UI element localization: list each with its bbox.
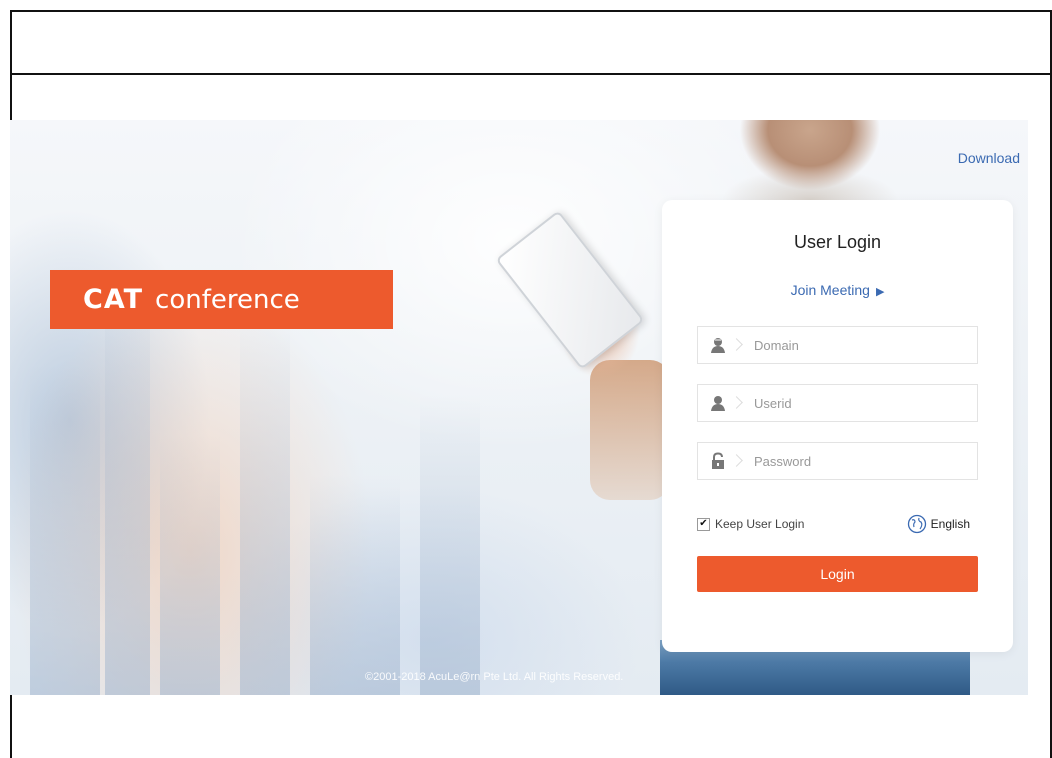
building-person-icon: [698, 327, 738, 363]
user-icon: [698, 385, 738, 421]
hero-background: CAT conference Download User Login Join …: [10, 120, 1028, 695]
keep-login-label: Keep User Login: [715, 517, 805, 531]
top-bar: [12, 12, 1050, 75]
background-building: [30, 365, 100, 695]
userid-input[interactable]: [738, 385, 977, 421]
background-building: [105, 275, 150, 695]
person-chin-image: [730, 120, 895, 190]
login-card: User Login Join Meeting▶ ✔ Keep: [662, 200, 1013, 652]
password-input[interactable]: [738, 443, 977, 479]
copyright-text: ©2001-2018 AcuLe@rn Pte Ltd. All Rights …: [365, 671, 624, 683]
background-building: [240, 315, 290, 695]
globe-icon: [907, 514, 926, 534]
download-link[interactable]: Download: [958, 150, 1020, 166]
language-label: English: [930, 517, 970, 531]
keep-login-checkbox[interactable]: ✔: [697, 517, 710, 531]
join-meeting-label: Join Meeting: [790, 282, 870, 298]
login-options: ✔ Keep User Login English: [697, 514, 978, 534]
background-building: [160, 435, 220, 695]
background-building: [420, 395, 480, 695]
background-building: [310, 475, 400, 695]
play-arrow-icon: ▶: [875, 286, 885, 298]
keep-login-option[interactable]: ✔ Keep User Login: [697, 517, 804, 531]
join-meeting-link[interactable]: Join Meeting ▶: [662, 282, 1013, 298]
cat-conference-logo: CAT conference: [50, 270, 393, 329]
login-title: User Login: [793, 232, 882, 252]
logo-mark: CAT: [83, 284, 144, 315]
language-selector[interactable]: English: [907, 514, 970, 534]
domain-input[interactable]: [738, 327, 977, 363]
domain-field[interactable]: [697, 326, 978, 364]
lock-icon: [698, 443, 738, 479]
logo-wordmark: conference: [155, 284, 300, 315]
password-field[interactable]: [697, 442, 978, 480]
userid-field[interactable]: [697, 384, 978, 422]
login-button[interactable]: Login: [697, 556, 978, 592]
